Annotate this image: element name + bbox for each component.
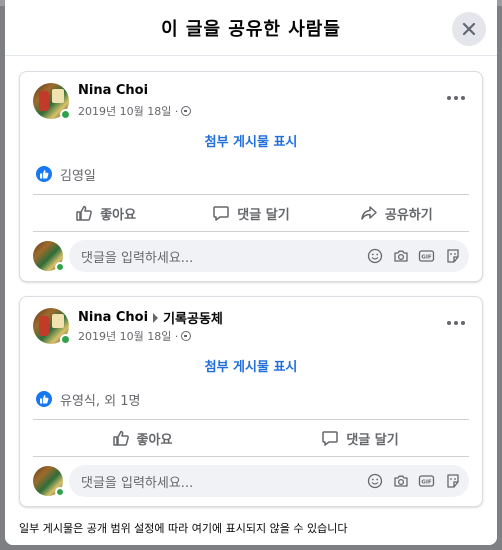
- comment-icon: [213, 206, 230, 221]
- post-actions: 좋아요 댓글 달기 공유하기: [33, 194, 469, 232]
- like-reaction-icon: [36, 391, 52, 407]
- comment-label: 댓글 달기: [346, 432, 399, 448]
- post-header: Nina Choi 2019년 10월 18일 ·: [20, 72, 482, 132]
- comment-button[interactable]: 댓글 달기: [251, 422, 469, 454]
- gif-icon[interactable]: GIF: [418, 247, 435, 264]
- author-line: Nina Choi: [78, 83, 148, 98]
- share-button[interactable]: 공유하기: [324, 197, 469, 229]
- avatar[interactable]: [33, 83, 71, 120]
- emoji-icon[interactable]: [366, 247, 383, 264]
- author-name[interactable]: Nina Choi: [78, 83, 148, 98]
- comment-icon: [322, 431, 339, 446]
- post-date[interactable]: 2019년 10월 18일 ·: [78, 328, 178, 344]
- sticker-icon[interactable]: [444, 472, 461, 489]
- gif-icon[interactable]: GIF: [418, 472, 435, 489]
- like-label: 좋아요: [136, 432, 173, 448]
- more-options-button[interactable]: [442, 313, 470, 333]
- avatar[interactable]: [33, 308, 71, 345]
- comment-input[interactable]: 댓글을 입력하세요... GIF: [69, 465, 469, 497]
- reaction-names[interactable]: 유영식, 외 1명: [60, 390, 140, 409]
- reactions-summary: 유영식, 외 1명: [20, 379, 482, 419]
- post-actions: 좋아요 댓글 달기: [33, 419, 469, 457]
- svg-text:GIF: GIF: [421, 479, 432, 485]
- visibility-note: 일부 게시물은 공개 범위 설정에 따라 여기에 표시되지 않을 수 있습니다: [5, 509, 497, 545]
- thumbs-up-icon: [112, 430, 129, 446]
- caret-right-icon: [153, 312, 159, 323]
- online-status-dot: [60, 334, 71, 345]
- shared-post: Nina Choi 2019년 10월 18일 · 첨부 게시물 표시 김영일: [19, 71, 483, 282]
- like-label: 좋아요: [100, 207, 137, 223]
- show-attachment-link[interactable]: 첨부 게시물 표시: [20, 132, 482, 154]
- comment-tools: GIF: [366, 472, 461, 489]
- author-line: Nina Choi 기록공동체: [78, 308, 223, 327]
- reaction-names[interactable]: 김영일: [60, 165, 96, 184]
- comment-placeholder: 댓글을 입력하세요...: [81, 250, 194, 266]
- reactions-summary: 김영일: [20, 154, 482, 194]
- dialog-title: 이 글을 공유한 사람들: [161, 18, 341, 40]
- comment-placeholder: 댓글을 입력하세요...: [81, 475, 194, 491]
- group-name[interactable]: 기록공동체: [163, 308, 223, 327]
- online-status-dot: [60, 109, 71, 120]
- share-label: 공유하기: [384, 207, 433, 223]
- comment-input[interactable]: 댓글을 입력하세요... GIF: [69, 240, 469, 272]
- post-meta: 2019년 10월 18일 ·: [78, 328, 192, 344]
- svg-text:GIF: GIF: [421, 254, 432, 260]
- close-button[interactable]: [452, 12, 486, 46]
- comment-composer: 댓글을 입력하세요... GIF: [20, 457, 482, 505]
- like-reaction-icon: [36, 166, 52, 182]
- sticker-icon[interactable]: [444, 247, 461, 264]
- emoji-icon[interactable]: [366, 472, 383, 489]
- shared-by-dialog: 이 글을 공유한 사람들 Nina Choi 2019년 10월 18일 · 첨…: [5, 0, 497, 545]
- online-status-dot: [55, 487, 65, 497]
- author-name[interactable]: Nina Choi: [78, 310, 148, 325]
- comment-tools: GIF: [366, 247, 461, 264]
- post-meta: 2019년 10월 18일 ·: [78, 103, 192, 119]
- group-icon: [181, 331, 192, 341]
- avatar[interactable]: [33, 241, 65, 272]
- shared-post: Nina Choi 기록공동체 2019년 10월 18일 · 첨부 게시물 표…: [19, 296, 483, 507]
- avatar[interactable]: [33, 466, 65, 497]
- share-icon: [361, 206, 377, 220]
- globe-icon: [181, 106, 192, 116]
- online-status-dot: [55, 262, 65, 272]
- like-button[interactable]: 좋아요: [33, 197, 178, 229]
- more-options-button[interactable]: [442, 88, 470, 108]
- post-header: Nina Choi 기록공동체 2019년 10월 18일 ·: [20, 297, 482, 357]
- thumbs-up-icon: [76, 205, 93, 221]
- comment-label: 댓글 달기: [237, 207, 290, 223]
- show-attachment-link[interactable]: 첨부 게시물 표시: [20, 357, 482, 379]
- comment-button[interactable]: 댓글 달기: [178, 197, 323, 229]
- dialog-header: 이 글을 공유한 사람들: [5, 0, 497, 56]
- dialog-body[interactable]: Nina Choi 2019년 10월 18일 · 첨부 게시물 표시 김영일: [5, 57, 497, 509]
- camera-icon[interactable]: [392, 472, 409, 489]
- post-date[interactable]: 2019년 10월 18일 ·: [78, 103, 178, 119]
- close-icon: [462, 22, 476, 36]
- like-button[interactable]: 좋아요: [33, 422, 251, 454]
- camera-icon[interactable]: [392, 247, 409, 264]
- comment-composer: 댓글을 입력하세요... GIF: [20, 232, 482, 280]
